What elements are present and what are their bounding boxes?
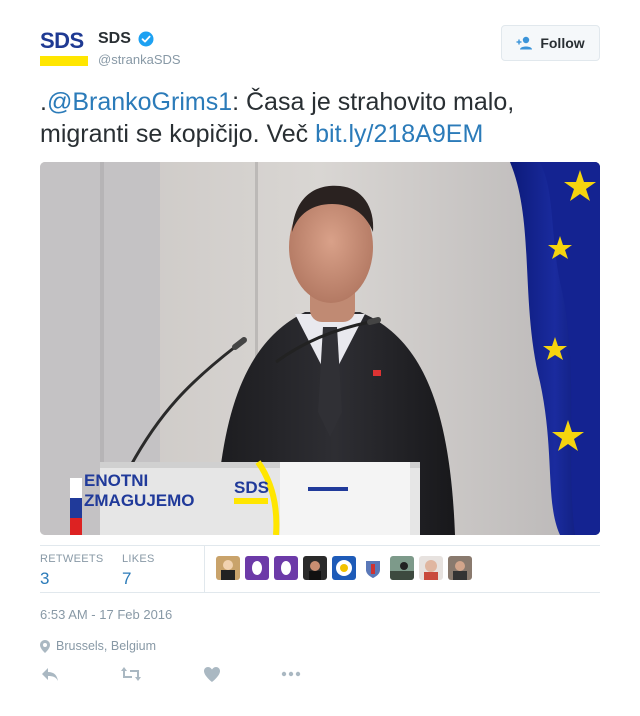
retweet-icon[interactable] [120, 664, 142, 686]
more-icon[interactable] [280, 664, 302, 686]
liker-avatars [216, 556, 472, 580]
photo-scene: ENOTNI ZMAGUJEMO SDS [40, 162, 600, 535]
location-label: Brussels, Belgium [56, 639, 157, 653]
retweets-label: RETWEETS [40, 553, 104, 565]
likes-label: LIKES [122, 553, 155, 565]
location-pin-icon [40, 639, 50, 653]
display-name[interactable]: SDS [98, 30, 131, 48]
tweet-header: SDS SDS @strankaSDS Follow [40, 25, 600, 72]
account-handle[interactable]: @strankaSDS [98, 52, 181, 67]
tweet-prefix: . [40, 88, 47, 116]
liker-avatar[interactable] [448, 556, 472, 580]
likes-count: 7 [122, 569, 132, 588]
tweet-timestamp[interactable]: 6:53 AM - 17 Feb 2016 [40, 607, 172, 622]
tweet-photo[interactable]: ENOTNI ZMAGUJEMO SDS [40, 162, 600, 535]
mention-link[interactable]: @BrankoGrims1 [47, 88, 232, 116]
tweet-stats: RETWEETS 3 LIKES 7 [40, 545, 600, 593]
podium-text-line2: ZMAGUJEMO [84, 491, 195, 510]
liker-avatar[interactable] [419, 556, 443, 580]
account-avatar[interactable]: SDS [40, 28, 88, 68]
verified-badge-icon [138, 31, 154, 47]
like-icon[interactable] [202, 664, 224, 686]
likes-stat[interactable]: LIKES 7 [122, 553, 155, 589]
retweets-count: 3 [40, 569, 50, 588]
liker-avatar[interactable] [361, 556, 385, 580]
tweet-location[interactable]: Brussels, Belgium [40, 639, 156, 653]
tweet-actions [40, 664, 340, 686]
add-user-icon [516, 36, 533, 50]
account-names: SDS @strankaSDS [98, 30, 181, 67]
podium-logo-text: SDS [234, 478, 269, 497]
podium-text-line1: ENOTNI [84, 471, 148, 490]
liker-avatar[interactable] [303, 556, 327, 580]
short-url-link[interactable]: bit.ly/218A9EM [315, 120, 483, 148]
stats-divider [204, 546, 205, 592]
liker-avatar[interactable] [390, 556, 414, 580]
retweets-stat[interactable]: RETWEETS 3 [40, 553, 104, 589]
liker-avatar[interactable] [274, 556, 298, 580]
reply-icon[interactable] [40, 664, 62, 686]
avatar-logo-bar [40, 56, 88, 66]
liker-avatar[interactable] [245, 556, 269, 580]
follow-button[interactable]: Follow [501, 25, 600, 61]
liker-avatar[interactable] [332, 556, 356, 580]
follow-button-label: Follow [540, 35, 585, 51]
avatar-logo-text: SDS [40, 28, 84, 53]
liker-avatar[interactable] [216, 556, 240, 580]
tweet-text: .@BrankoGrims1: Časa je strahovito malo,… [40, 86, 600, 150]
